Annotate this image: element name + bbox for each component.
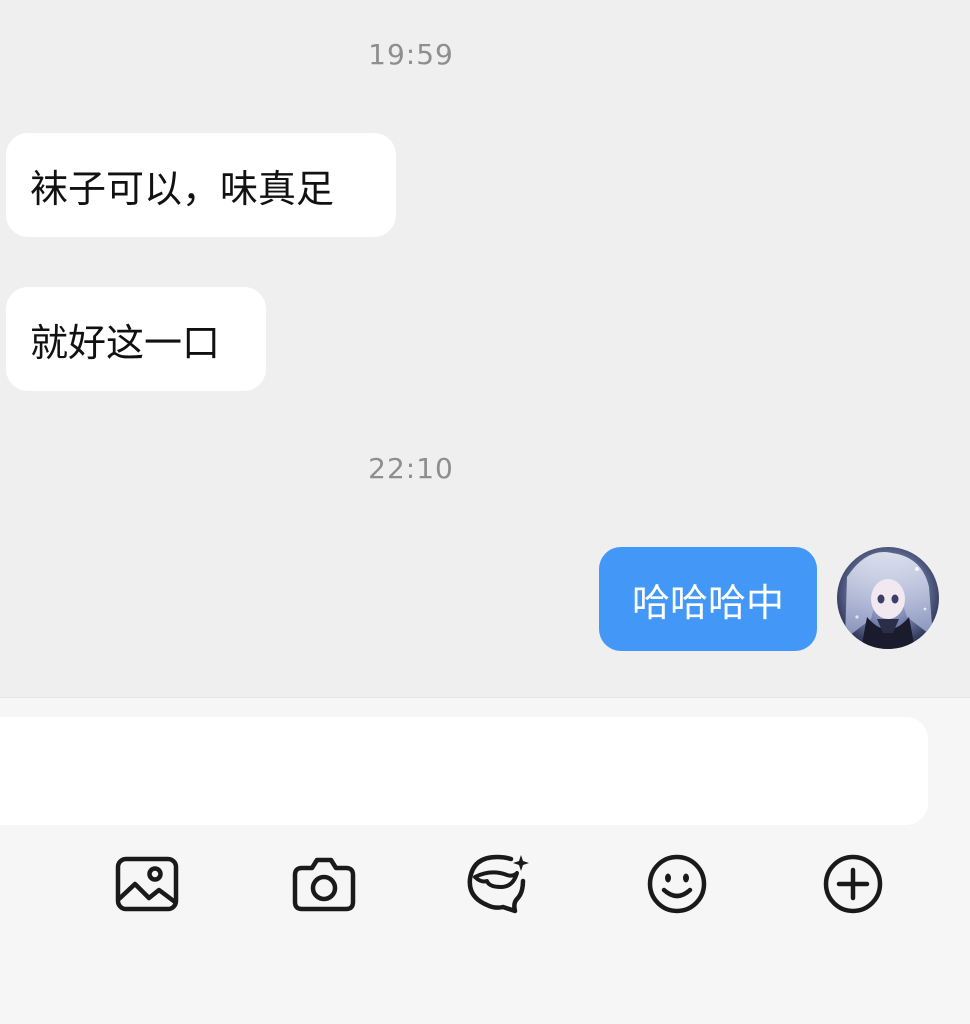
message-timestamp: 22:10 — [368, 452, 454, 485]
message-timestamp: 19:59 — [368, 38, 454, 71]
ai-chat-icon — [467, 854, 529, 914]
plus-icon — [823, 854, 883, 914]
chat-area[interactable]: 19:59 袜子可以，味真足 就好这一口 22:10 哈哈哈中 — [0, 0, 970, 697]
outgoing-message-bubble[interactable]: 哈哈哈中 — [599, 547, 817, 651]
incoming-message-bubble[interactable]: 就好这一口 — [6, 287, 266, 391]
message-input[interactable] — [0, 717, 928, 825]
more-button[interactable] — [817, 848, 889, 920]
incoming-message-bubble[interactable]: 袜子可以，味真足 — [6, 133, 396, 237]
emoji-icon — [647, 854, 707, 914]
message-text: 哈哈哈中 — [631, 580, 784, 625]
message-text: 就好这一口 — [30, 320, 221, 365]
image-button[interactable] — [111, 848, 183, 920]
ai-chat-button[interactable] — [462, 848, 534, 920]
avatar-image — [837, 547, 939, 649]
image-icon — [115, 856, 179, 912]
message-text: 袜子可以，味真足 — [30, 166, 335, 211]
camera-button[interactable] — [288, 848, 360, 920]
emoji-button[interactable] — [641, 848, 713, 920]
camera-icon — [292, 857, 356, 912]
input-panel — [0, 697, 970, 1024]
avatar[interactable] — [837, 547, 939, 649]
